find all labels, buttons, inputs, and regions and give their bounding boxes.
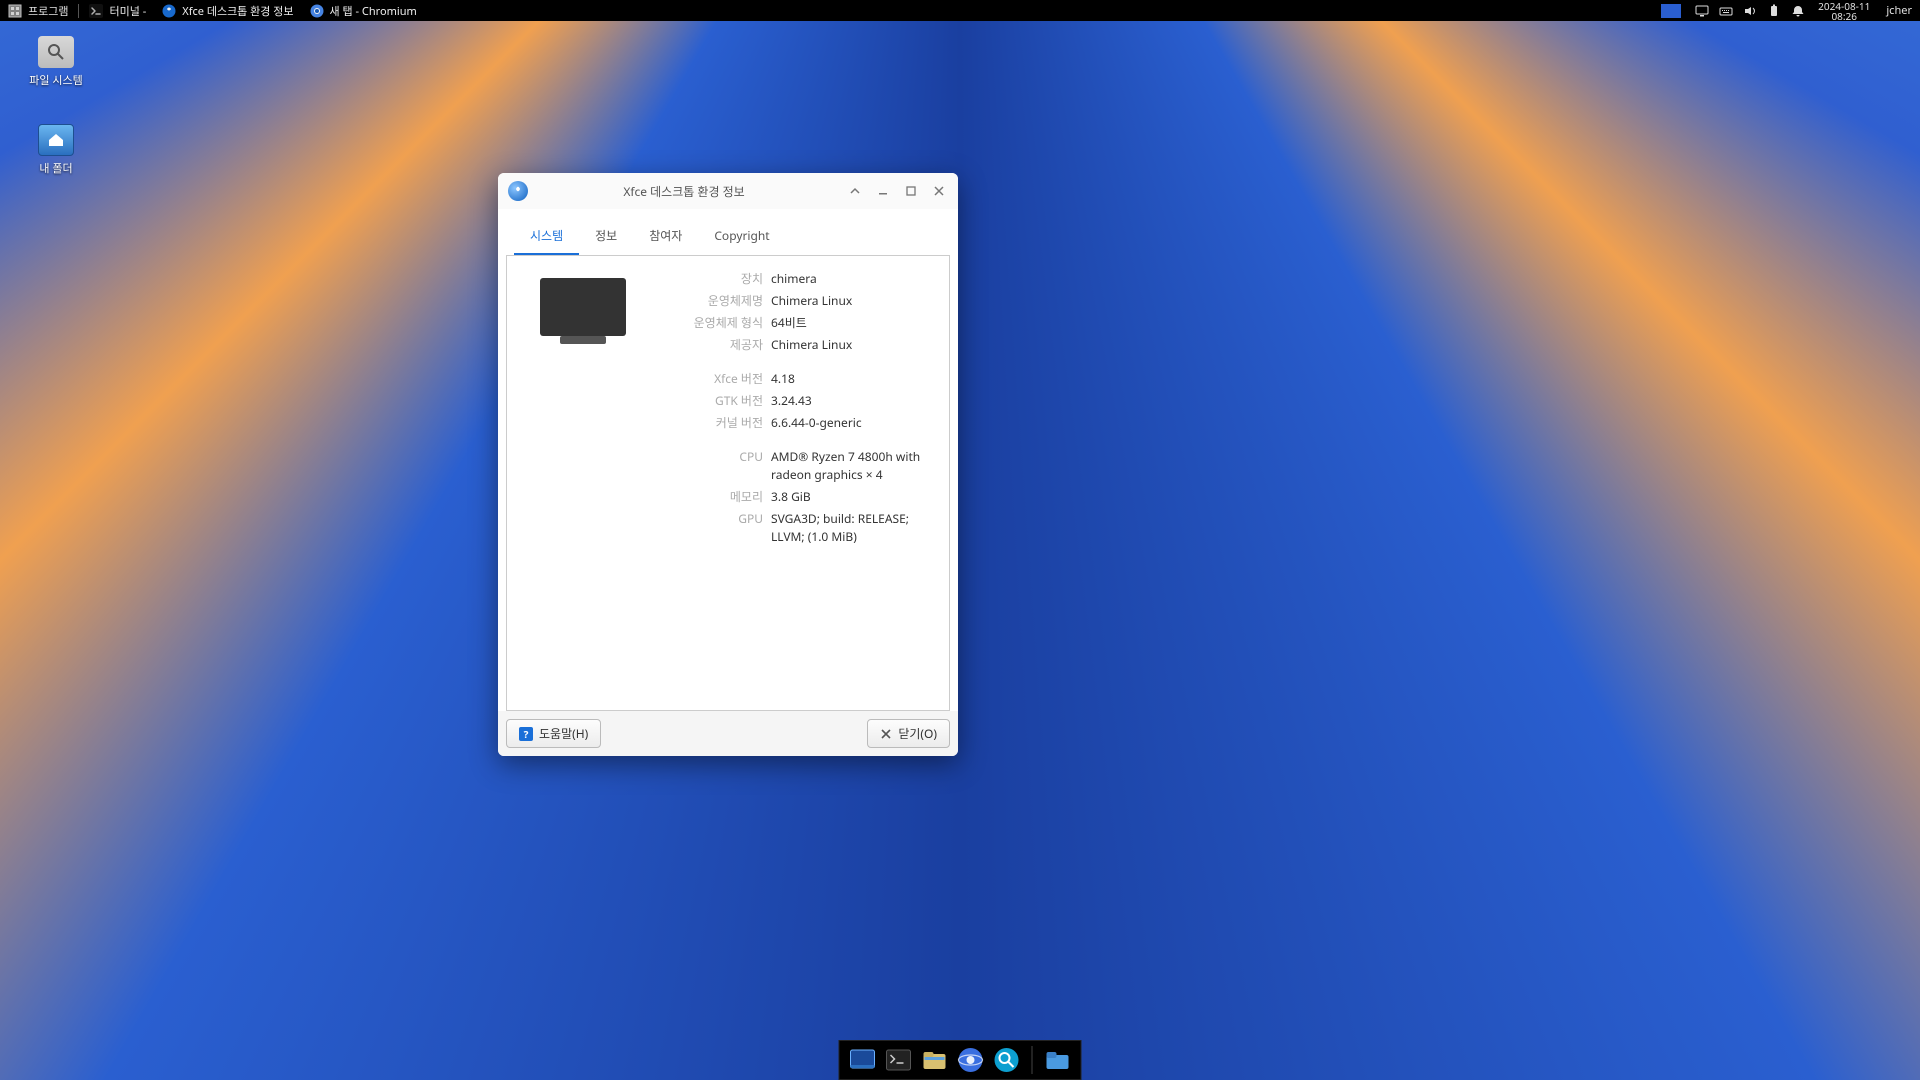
power-tray-icon[interactable] xyxy=(1762,0,1786,21)
workspace-switcher[interactable] xyxy=(1656,0,1690,21)
task-label: 새 탭 - Chromium xyxy=(330,3,417,19)
desktop-icon-home[interactable]: 내 폴더 xyxy=(16,124,96,176)
lbl-mem: 메모리 xyxy=(663,488,763,506)
val-cpu: AMD® Ryzen 7 4800h with radeon graphics … xyxy=(771,448,933,484)
dock-terminal[interactable] xyxy=(884,1046,914,1074)
app-icon xyxy=(508,181,528,201)
window-minimize-button[interactable] xyxy=(870,178,896,204)
system-info-rows: 장치 chimera 운영체제명 Chimera Linux 운영체제 형식 64비트… xyxy=(663,270,933,550)
apps-menu-icon xyxy=(8,4,22,18)
tabs: 시스템 정보 참여자 Copyright xyxy=(506,217,950,256)
tab-contributors[interactable]: 참여자 xyxy=(633,217,698,255)
task-chromium[interactable]: 새 탭 - Chromium xyxy=(302,0,425,21)
tab-content-system: 장치 chimera 운영체제명 Chimera Linux 운영체제 형식 64비트… xyxy=(506,256,950,711)
home-folder-icon xyxy=(38,124,74,156)
xfce-about-dialog: Xfce 데스크톱 환경 정보 시스템 정보 참여자 Copyright 장치 c… xyxy=(498,173,958,756)
close-button[interactable]: 닫기(O) xyxy=(867,719,950,748)
dock-web-browser[interactable] xyxy=(956,1046,986,1074)
lbl-device: 장치 xyxy=(663,270,763,288)
val-xfcever: 4.18 xyxy=(771,370,933,388)
titlebar[interactable]: Xfce 데스크톱 환경 정보 xyxy=(498,173,958,209)
desktop-icon-label: 내 폴더 xyxy=(16,160,96,176)
tab-copyright[interactable]: Copyright xyxy=(698,217,785,255)
val-gtkver: 3.24.43 xyxy=(771,392,933,410)
window-maximize-button[interactable] xyxy=(898,178,924,204)
xfce-about-icon xyxy=(162,4,176,18)
lbl-gpu: GPU xyxy=(663,510,763,546)
val-kernel: 6.6.44-0-generic xyxy=(771,414,933,432)
bottom-dock xyxy=(839,1040,1082,1080)
applications-menu[interactable]: 프로그램 xyxy=(0,0,76,21)
keyboard-tray-icon[interactable] xyxy=(1714,0,1738,21)
lbl-ostype: 운영체제 형식 xyxy=(663,314,763,332)
dock-home-folder[interactable] xyxy=(1043,1046,1073,1074)
lbl-kernel: 커널 버전 xyxy=(663,414,763,432)
terminal-icon xyxy=(89,4,103,18)
dock-separator xyxy=(1032,1046,1033,1074)
dock-show-desktop[interactable] xyxy=(848,1046,878,1074)
val-osname: Chimera Linux xyxy=(771,292,933,310)
lbl-vendor: 제공자 xyxy=(663,336,763,354)
dock-file-manager[interactable] xyxy=(920,1046,950,1074)
top-panel: 프로그램 터미널 - Xfce 데스크톱 환경 정보 새 탭 - Chromiu… xyxy=(0,0,1920,21)
desktop-icon-filesystem[interactable]: 파일 시스템 xyxy=(16,36,96,88)
task-label: Xfce 데스크톱 환경 정보 xyxy=(182,3,293,19)
chromium-icon xyxy=(310,4,324,18)
val-ostype: 64비트 xyxy=(771,314,933,332)
monitor-icon xyxy=(540,278,626,336)
lbl-cpu: CPU xyxy=(663,448,763,484)
close-button-label: 닫기(O) xyxy=(898,725,937,742)
task-xfce-about[interactable]: Xfce 데스크톱 환경 정보 xyxy=(154,0,301,21)
desktop-icon-label: 파일 시스템 xyxy=(16,72,96,88)
tab-info[interactable]: 정보 xyxy=(579,217,633,255)
user-label: jcher xyxy=(1886,3,1912,18)
dock-app-finder[interactable] xyxy=(992,1046,1022,1074)
workspace-1-indicator xyxy=(1661,4,1681,18)
panel-separator xyxy=(78,4,79,18)
lbl-xfcever: Xfce 버전 xyxy=(663,370,763,388)
val-device: chimera xyxy=(771,270,933,288)
task-terminal[interactable]: 터미널 - xyxy=(81,0,154,21)
task-label: 터미널 - xyxy=(109,3,146,19)
window-close-button[interactable] xyxy=(926,178,952,204)
help-button[interactable]: ? 도움말(H) xyxy=(506,719,601,748)
lbl-gtkver: GTK 버전 xyxy=(663,392,763,410)
dialog-buttonbar: ? 도움말(H) 닫기(O) xyxy=(498,711,958,756)
user-menu[interactable]: jcher xyxy=(1878,0,1920,21)
window-rollup-button[interactable] xyxy=(842,178,868,204)
window-title: Xfce 데스크톱 환경 정보 xyxy=(528,183,840,200)
clock[interactable]: 2024-08-11 08:26 xyxy=(1810,1,1878,21)
help-button-label: 도움말(H) xyxy=(539,725,588,742)
lbl-osname: 운영체제명 xyxy=(663,292,763,310)
apps-menu-label: 프로그램 xyxy=(28,3,68,19)
panel-left: 프로그램 터미널 - Xfce 데스크톱 환경 정보 새 탭 - Chromiu… xyxy=(0,0,425,21)
magnifier-disk-icon xyxy=(38,36,74,68)
volume-tray-icon[interactable] xyxy=(1738,0,1762,21)
notebook: 시스템 정보 참여자 Copyright 장치 chimera 운영체제명 Chim… xyxy=(506,217,950,711)
close-icon xyxy=(880,728,892,740)
val-mem: 3.8 GiB xyxy=(771,488,933,506)
help-icon: ? xyxy=(519,727,533,741)
val-gpu: SVGA3D; build: RELEASE; LLVM; (1.0 MiB) xyxy=(771,510,933,546)
svg-text:?: ? xyxy=(524,727,529,741)
notifications-tray-icon[interactable] xyxy=(1786,0,1810,21)
tab-system[interactable]: 시스템 xyxy=(514,217,579,255)
panel-right: 2024-08-11 08:26 jcher xyxy=(1656,0,1920,21)
monitor-illustration xyxy=(523,270,643,550)
val-vendor: Chimera Linux xyxy=(771,336,933,354)
display-tray-icon[interactable] xyxy=(1690,0,1714,21)
